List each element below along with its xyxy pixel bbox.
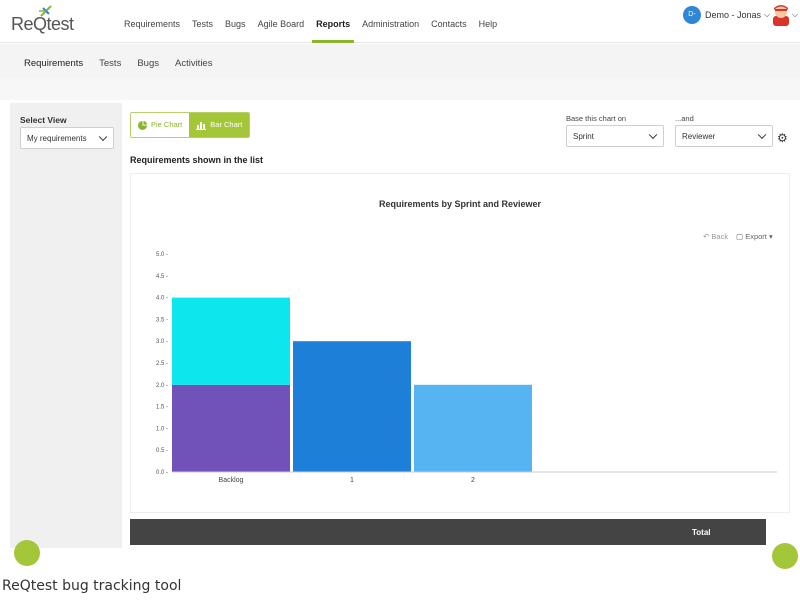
- y-tick-label: 1.0 -: [156, 426, 168, 432]
- y-tick-label: 4.0 -: [156, 296, 168, 302]
- base-chart-value: Sprint: [573, 131, 594, 141]
- sub-nav-bar: Requirements Tests Bugs Activities: [0, 44, 800, 81]
- y-tick-label: 2.0 -: [156, 383, 168, 389]
- image-caption: ReQtest bug tracking tool: [2, 578, 182, 594]
- x-tick-label: 2: [471, 477, 475, 484]
- nav-item-bugs[interactable]: Bugs: [219, 0, 252, 43]
- report-main: Pie Chart Bar Chart Base this chart on S…: [124, 103, 800, 569]
- tab-requirements[interactable]: Requirements: [16, 54, 92, 81]
- help-fab-button[interactable]: [772, 543, 798, 569]
- gear-icon[interactable]: ⚙: [777, 131, 788, 145]
- tab-bugs[interactable]: Bugs: [129, 54, 167, 77]
- nav-item-help[interactable]: Help: [473, 0, 504, 43]
- x-tick-label: 1: [350, 477, 354, 484]
- base-chart-label: Base this chart on: [566, 114, 627, 123]
- section-title: Requirements shown in the list: [130, 155, 264, 165]
- avatar: D-: [683, 6, 701, 24]
- y-tick-label: 3.0 -: [156, 339, 168, 345]
- y-tick-label: 3.5 -: [156, 317, 168, 323]
- pie-chart-label: Pie Chart: [151, 120, 183, 129]
- chevron-down-icon: [648, 130, 658, 140]
- chevron-down-icon: [757, 130, 767, 140]
- and-label: ...and: [675, 114, 694, 123]
- view-select-value: My requirements: [27, 133, 87, 143]
- chart-table-header: Total: [130, 519, 766, 545]
- x-tick-label: Backlog: [219, 477, 244, 484]
- total-column-header: Total: [692, 528, 711, 537]
- y-tick-label: 5.0 -: [156, 252, 168, 258]
- chart-type-toggle: Pie Chart Bar Chart: [130, 112, 251, 138]
- view-sidebar: Select View My requirements: [10, 103, 122, 548]
- nav-item-administration[interactable]: Administration: [356, 0, 425, 43]
- chat-fab-button[interactable]: [14, 540, 40, 566]
- bar-segment: [172, 384, 290, 472]
- y-tick-label: 2.5 -: [156, 361, 168, 367]
- mascot-icon[interactable]: [770, 3, 792, 27]
- user-name: Demo - Jonas: [705, 10, 762, 20]
- nav-item-tests[interactable]: Tests: [186, 0, 219, 43]
- pie-chart-icon: [138, 120, 147, 130]
- view-select[interactable]: My requirements: [20, 127, 114, 149]
- requirements-bar-chart: 0.0 - 0.5 - 1.0 - 1.5 - 2.0 - 2.5 - 3.0 - 3.5 -…: [156, 252, 777, 484]
- content-spacer: [0, 78, 800, 100]
- bar-segment: [414, 384, 532, 472]
- chevron-down-icon: [98, 132, 108, 142]
- profile-chevron-down-icon[interactable]: ⌵: [792, 10, 798, 20]
- y-tick-label: 0.5 -: [156, 448, 168, 454]
- nav-item-contacts[interactable]: Contacts: [425, 0, 473, 43]
- user-menu[interactable]: D- Demo - Jonas ⌵: [683, 6, 770, 24]
- tab-tests[interactable]: Tests: [91, 54, 129, 77]
- and-value: Reviewer: [682, 131, 716, 141]
- nav-item-agile-board[interactable]: Agile Board: [252, 0, 311, 43]
- bar-chart-button[interactable]: Bar Chart: [189, 113, 250, 137]
- and-select[interactable]: Reviewer: [675, 125, 773, 147]
- bar-chart-icon: [196, 121, 207, 130]
- bar-chart-label: Bar Chart: [210, 120, 243, 129]
- app-logo-text: ReQtest: [11, 14, 74, 34]
- y-tick-label: 4.5 -: [156, 274, 168, 280]
- report-tabs: Requirements Tests Bugs Activities: [16, 54, 220, 81]
- chart-container: Requirements by Sprint and Reviewer ↶ Ba…: [130, 173, 790, 513]
- base-chart-select[interactable]: Sprint: [566, 125, 664, 147]
- tab-activities[interactable]: Activities: [167, 54, 220, 77]
- top-nav-bar: ReQtest Requirements Tests Bugs Agile Bo…: [0, 0, 800, 43]
- nav-item-requirements[interactable]: Requirements: [118, 0, 186, 43]
- select-view-label: Select View: [20, 115, 67, 125]
- y-tick-label: 1.5 -: [156, 405, 168, 411]
- pie-chart-button[interactable]: Pie Chart: [131, 113, 190, 137]
- nav-item-reports[interactable]: Reports: [310, 0, 356, 43]
- bar-segment: [172, 297, 290, 385]
- y-tick-label: 0.0 -: [156, 470, 168, 476]
- main-nav: Requirements Tests Bugs Agile Board Repo…: [118, 0, 503, 43]
- bar-segment: [293, 341, 411, 472]
